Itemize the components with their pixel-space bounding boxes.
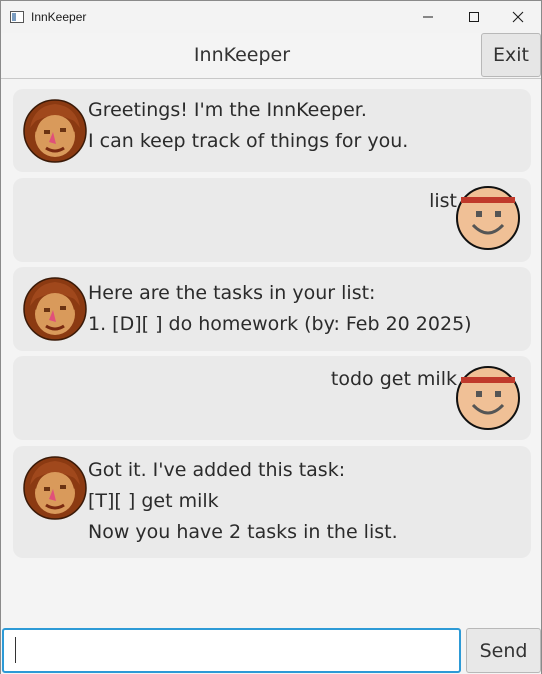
message-input[interactable]	[2, 628, 461, 673]
dialog-bubble-bot: Got it. I've added this task: [T][ ] get…	[13, 446, 531, 558]
dialog-bubble-user: todo get milk	[13, 356, 531, 440]
minimize-button[interactable]	[405, 1, 451, 33]
message-text: Here are the tasks in your list: 1. [D][…	[88, 282, 472, 335]
message-text: Greetings! I'm the InnKeeper. I can keep…	[88, 99, 409, 152]
innkeeper-avatar-icon	[23, 277, 87, 341]
exit-button[interactable]: Exit	[481, 33, 541, 77]
user-smiley-avatar-icon	[456, 366, 520, 430]
dialog-container[interactable]: Greetings! I'm the InnKeeper. I can keep…	[1, 80, 541, 625]
minimize-icon	[423, 16, 433, 18]
user-smiley-avatar-icon	[456, 186, 520, 250]
window-title: InnKeeper	[31, 10, 87, 24]
dialog-bubble-bot: Here are the tasks in your list: 1. [D][…	[13, 267, 531, 351]
input-row: Send	[1, 625, 541, 674]
maximize-button[interactable]	[451, 1, 497, 33]
app-window: InnKeeper InnKeeper Exit Greetings! I'm …	[0, 0, 542, 674]
app-title: InnKeeper	[193, 44, 291, 66]
message-text: list	[429, 190, 457, 212]
message-text: Got it. I've added this task: [T][ ] get…	[88, 459, 398, 543]
dialog-bubble-bot: Greetings! I'm the InnKeeper. I can keep…	[13, 89, 531, 172]
send-button[interactable]: Send	[466, 628, 541, 673]
close-window-button[interactable]	[495, 1, 541, 33]
app-icon	[10, 11, 24, 23]
innkeeper-avatar-icon	[23, 456, 87, 520]
message-text: todo get milk	[330, 368, 457, 390]
close-icon	[512, 11, 524, 23]
app-header: InnKeeper Exit	[1, 33, 541, 79]
maximize-icon	[469, 12, 479, 22]
title-bar: InnKeeper	[1, 1, 541, 33]
dialog-bubble-user: list	[13, 178, 531, 262]
text-caret	[15, 637, 16, 663]
innkeeper-avatar-icon	[23, 99, 87, 163]
